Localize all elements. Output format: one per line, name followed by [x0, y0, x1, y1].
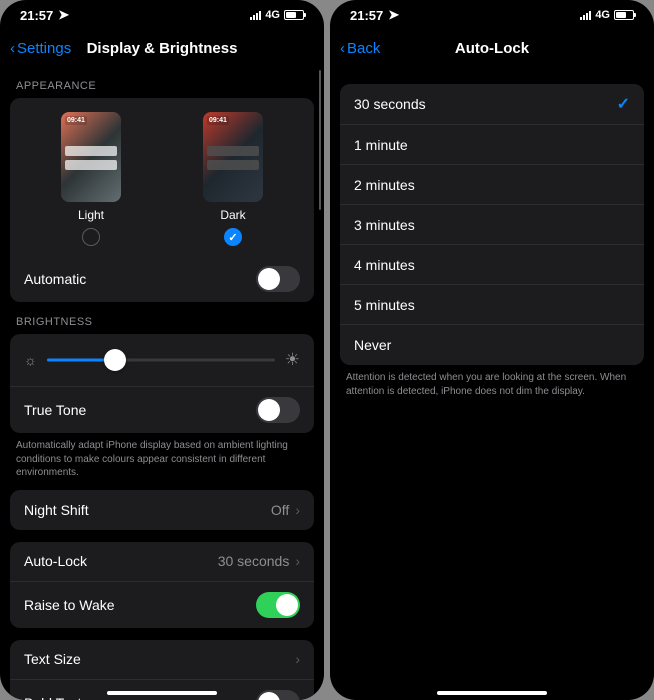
raise-to-wake-toggle[interactable]	[256, 592, 300, 618]
section-header-brightness: BRIGHTNESS	[16, 316, 308, 328]
option-label: 30 seconds	[354, 96, 426, 112]
option-3-minutes[interactable]: 3 minutes	[340, 205, 644, 245]
option-label: Never	[354, 337, 391, 353]
option-label: 2 minutes	[354, 177, 415, 193]
home-indicator[interactable]	[437, 691, 547, 695]
scroll-content[interactable]: APPEARANCE 09:41 Light 09:41	[0, 66, 324, 700]
true-tone-note: Automatically adapt iPhone display based…	[10, 439, 314, 490]
auto-lock-label: Auto-Lock	[24, 553, 87, 569]
true-tone-toggle[interactable]	[256, 397, 300, 423]
section-header-appearance: APPEARANCE	[16, 80, 308, 92]
raise-to-wake-label: Raise to Wake	[24, 597, 115, 613]
automatic-label: Automatic	[24, 271, 86, 287]
theme-option-light[interactable]: 09:41 Light	[61, 112, 121, 246]
theme-label-dark: Dark	[220, 208, 245, 222]
night-shift-row[interactable]: Night Shift Off ›	[10, 490, 314, 530]
screen-auto-lock: 21:57 ➤ 4G ‹ Back Auto-Lock 30 seconds ✓…	[330, 0, 654, 700]
bold-text-toggle[interactable]	[256, 690, 300, 700]
sun-low-icon: ☼	[24, 352, 37, 368]
true-tone-row: True Tone	[10, 387, 314, 433]
theme-option-dark[interactable]: 09:41 Dark	[203, 112, 263, 246]
status-time: 21:57	[350, 8, 383, 23]
night-shift-value: Off	[271, 502, 289, 518]
network-label: 4G	[265, 9, 280, 21]
battery-icon	[284, 10, 304, 20]
true-tone-label: True Tone	[24, 402, 86, 418]
brightness-slider[interactable]	[47, 348, 275, 372]
theme-radio-dark[interactable]	[224, 228, 242, 246]
back-label: Settings	[17, 40, 71, 57]
theme-preview-light: 09:41	[61, 112, 121, 202]
location-icon: ➤	[388, 7, 399, 23]
chevron-right-icon: ›	[295, 502, 300, 518]
automatic-row: Automatic	[10, 256, 314, 302]
home-indicator[interactable]	[107, 691, 217, 695]
chevron-left-icon: ‹	[340, 40, 345, 57]
theme-label-light: Light	[78, 208, 104, 222]
nav-bar: ‹ Back Auto-Lock	[330, 30, 654, 66]
raise-to-wake-row: Raise to Wake	[10, 582, 314, 628]
chevron-right-icon: ›	[295, 651, 300, 667]
theme-radio-light[interactable]	[82, 228, 100, 246]
back-button[interactable]: ‹ Back	[340, 40, 380, 57]
text-size-label: Text Size	[24, 651, 81, 667]
nav-bar: ‹ Settings Display & Brightness	[0, 30, 324, 66]
status-bar: 21:57 ➤ 4G	[0, 0, 324, 30]
automatic-toggle[interactable]	[256, 266, 300, 292]
text-size-row[interactable]: Text Size ›	[10, 640, 314, 680]
signal-icon	[580, 10, 591, 20]
signal-icon	[250, 10, 261, 20]
checkmark-icon: ✓	[617, 94, 630, 114]
scroll-content[interactable]: 30 seconds ✓ 1 minute 2 minutes 3 minute…	[330, 66, 654, 700]
auto-lock-note: Attention is detected when you are looki…	[340, 371, 644, 408]
night-shift-group: Night Shift Off ›	[10, 490, 314, 530]
location-icon: ➤	[58, 7, 69, 23]
option-label: 1 minute	[354, 137, 408, 153]
back-label: Back	[347, 40, 380, 57]
option-label: 4 minutes	[354, 257, 415, 273]
battery-icon	[614, 10, 634, 20]
option-never[interactable]: Never	[340, 325, 644, 365]
auto-lock-options: 30 seconds ✓ 1 minute 2 minutes 3 minute…	[340, 84, 644, 365]
appearance-group: 09:41 Light 09:41 Dark	[10, 98, 314, 302]
option-label: 3 minutes	[354, 217, 415, 233]
option-5-minutes[interactable]: 5 minutes	[340, 285, 644, 325]
brightness-slider-row: ☼ ☀	[10, 334, 314, 387]
sun-high-icon: ☀	[285, 350, 300, 370]
chevron-left-icon: ‹	[10, 40, 15, 57]
lock-group: Auto-Lock 30 seconds › Raise to Wake	[10, 542, 314, 628]
network-label: 4G	[595, 9, 610, 21]
option-2-minutes[interactable]: 2 minutes	[340, 165, 644, 205]
chevron-right-icon: ›	[295, 553, 300, 569]
option-30-seconds[interactable]: 30 seconds ✓	[340, 84, 644, 125]
brightness-group: ☼ ☀ True Tone	[10, 334, 314, 433]
option-label: 5 minutes	[354, 297, 415, 313]
bold-text-label: Bold Text	[24, 695, 81, 700]
night-shift-label: Night Shift	[24, 502, 89, 518]
back-button[interactable]: ‹ Settings	[10, 40, 71, 57]
status-time: 21:57	[20, 8, 53, 23]
auto-lock-value: 30 seconds	[218, 553, 290, 569]
bold-text-row: Bold Text	[10, 680, 314, 700]
scroll-indicator	[319, 70, 322, 210]
status-bar: 21:57 ➤ 4G	[330, 0, 654, 30]
option-4-minutes[interactable]: 4 minutes	[340, 245, 644, 285]
auto-lock-row[interactable]: Auto-Lock 30 seconds ›	[10, 542, 314, 582]
option-1-minute[interactable]: 1 minute	[340, 125, 644, 165]
theme-preview-dark: 09:41	[203, 112, 263, 202]
screen-display-brightness: 21:57 ➤ 4G ‹ Settings Display & Brightne…	[0, 0, 324, 700]
